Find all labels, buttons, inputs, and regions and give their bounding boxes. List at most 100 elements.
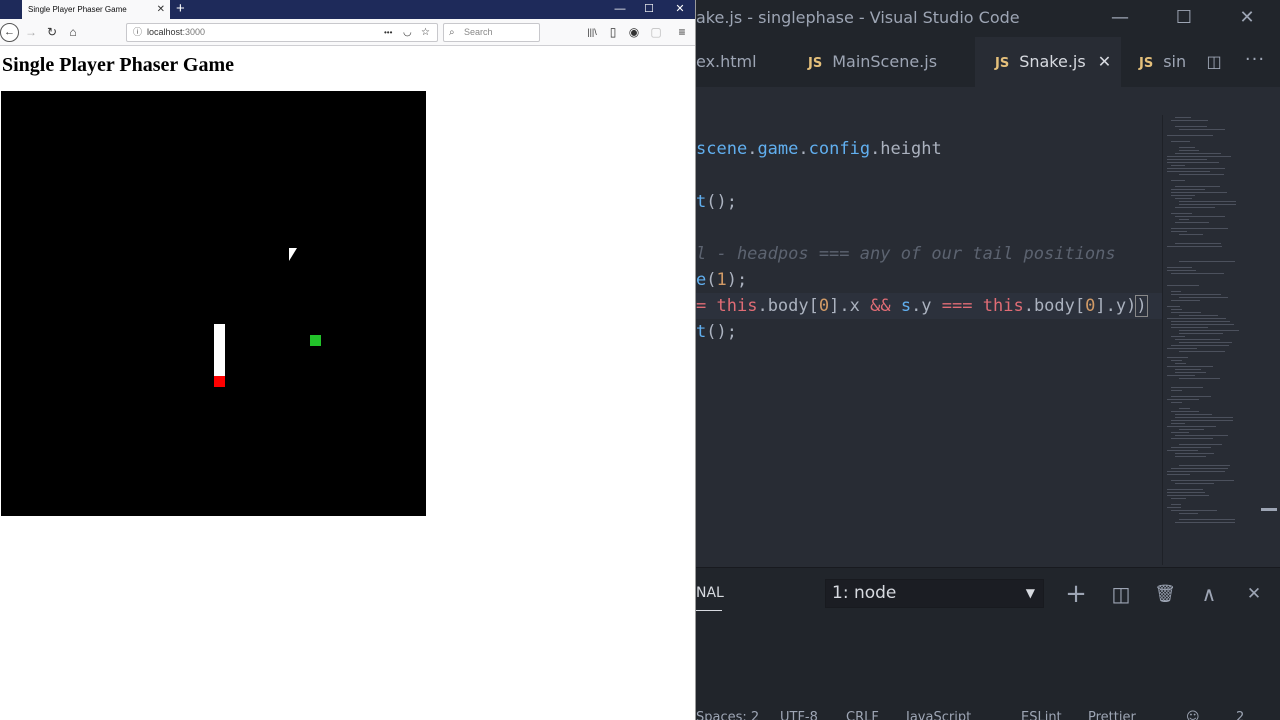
close-window-icon[interactable]: ✕ — [665, 0, 695, 19]
minimap-line — [1179, 519, 1235, 520]
close-panel-icon[interactable]: ✕ — [1239, 579, 1269, 609]
minimap-line — [1179, 297, 1228, 298]
minimap-line — [1171, 402, 1182, 403]
status-prettier[interactable]: Prettier — [1088, 707, 1136, 720]
minimap-line — [1167, 168, 1225, 169]
tab-snake-js[interactable]: JS Snake.js ✕ — [975, 37, 1121, 87]
minimap-line — [1171, 291, 1181, 292]
new-tab-button[interactable]: + — [176, 0, 185, 18]
tab-underline — [696, 610, 722, 611]
extension-icon[interactable]: ▢ — [647, 19, 665, 46]
minimap-line — [1171, 336, 1185, 337]
minimap-line — [1175, 414, 1212, 415]
back-icon[interactable]: ← — [0, 23, 19, 42]
notification-count[interactable]: 2 — [1236, 707, 1244, 720]
minimap-line — [1171, 504, 1181, 505]
more-actions-icon[interactable]: ··· — [1240, 37, 1270, 87]
trash-icon[interactable]: 🗑 — [1150, 579, 1180, 609]
minimap-line — [1171, 432, 1189, 433]
split-terminal-icon[interactable]: ◫ — [1106, 579, 1136, 609]
minimap-line — [1179, 315, 1218, 316]
status-eslint[interactable]: ESLint — [1021, 707, 1062, 720]
home-icon[interactable]: ⌂ — [64, 19, 82, 46]
code-editor[interactable]: scene.game.config.height t(); l - headpo… — [696, 87, 1162, 567]
tab-index-html[interactable]: ex.html — [696, 37, 788, 87]
code-line: e(1); — [696, 270, 748, 290]
minimap-line — [1175, 186, 1220, 187]
minimap-line — [1171, 189, 1205, 190]
new-terminal-icon[interactable]: + — [1061, 579, 1091, 609]
feedback-icon[interactable]: ☺ — [1186, 707, 1200, 720]
minimap-line — [1171, 300, 1200, 301]
address-bar[interactable]: ⓘ localhost:3000 ••• ◡ ☆ — [126, 23, 438, 42]
browser-tab-title: Single Player Phaser Game — [28, 5, 127, 14]
minimap-line — [1179, 444, 1222, 445]
search-input[interactable]: ⌕ Search — [443, 23, 540, 42]
maximize-icon[interactable]: ☐ — [1164, 0, 1204, 37]
minimap-line — [1167, 159, 1207, 160]
status-indent[interactable]: Spaces: 2 — [696, 707, 759, 720]
minimap-line — [1167, 285, 1199, 286]
menu-icon[interactable]: ≡ — [673, 19, 691, 46]
maximize-panel-icon[interactable]: ∧ — [1194, 579, 1224, 609]
browser-tab-bar: Single Player Phaser Game ✕ + — ☐ ✕ — [0, 0, 695, 19]
minimap-line — [1167, 348, 1197, 349]
minimap-line — [1179, 234, 1203, 235]
close-tab-icon[interactable]: ✕ — [157, 0, 165, 19]
minimap-line — [1175, 522, 1235, 523]
tab-singleplayer[interactable]: JS sin — [1121, 37, 1191, 87]
minimap-line — [1167, 162, 1219, 163]
tab-mainscene-js[interactable]: JS MainScene.js — [788, 37, 974, 87]
minimap-line — [1171, 273, 1224, 274]
minimap-line — [1167, 399, 1199, 400]
minimap-line — [1167, 492, 1205, 493]
minimap-line — [1171, 309, 1182, 310]
minimize-icon[interactable]: — — [1100, 0, 1140, 37]
minimap-line — [1179, 513, 1198, 514]
minimap-line — [1175, 372, 1206, 373]
minimap-line — [1175, 198, 1192, 199]
status-language[interactable]: JavaScript — [906, 707, 971, 720]
maximize-icon[interactable]: ☐ — [634, 0, 664, 19]
code-line: t(); — [696, 322, 737, 342]
minimap-line — [1171, 195, 1195, 196]
minimap-line — [1179, 465, 1230, 466]
minimap-line — [1171, 498, 1186, 499]
forward-icon[interactable]: → — [22, 19, 40, 46]
status-encoding[interactable]: UTF-8 — [780, 707, 818, 720]
sidebar-icon[interactable]: ▯ — [604, 19, 622, 46]
library-icon[interactable]: |||\ — [583, 19, 601, 46]
close-window-icon[interactable]: ✕ — [1227, 0, 1267, 37]
terminal-panel: NAL 1: node ▼ + ◫ 🗑 ∧ ✕ — [696, 567, 1280, 707]
pocket-icon[interactable]: ◡ — [403, 24, 412, 41]
browser-tab[interactable]: Single Player Phaser Game ✕ — [22, 0, 170, 19]
minimap-line — [1171, 468, 1228, 469]
close-tab-icon[interactable]: ✕ — [1098, 52, 1111, 71]
minimap-line — [1175, 117, 1191, 118]
minimize-icon[interactable]: — — [605, 0, 635, 19]
minimap-line — [1167, 171, 1210, 172]
game-canvas[interactable] — [1, 91, 426, 516]
split-editor-icon[interactable]: ◫ — [1199, 37, 1229, 87]
page-actions-icon[interactable]: ••• — [384, 24, 392, 41]
minimap-line — [1167, 495, 1209, 496]
account-icon[interactable]: ◉ — [625, 19, 643, 46]
minimap[interactable] — [1162, 115, 1272, 565]
minimap-line — [1167, 156, 1231, 157]
minimap-line — [1179, 333, 1223, 334]
minimap-line — [1175, 363, 1186, 364]
scrollbar-marker — [1261, 508, 1277, 511]
terminal-select[interactable]: 1: node ▼ — [825, 579, 1044, 608]
minimap-line — [1179, 342, 1232, 343]
bookmark-star-icon[interactable]: ☆ — [421, 24, 430, 41]
status-eol[interactable]: CRLF — [846, 707, 879, 720]
food-pellet — [310, 335, 321, 346]
site-info-icon[interactable]: ⓘ — [133, 24, 142, 41]
minimap-line — [1167, 318, 1226, 319]
minimap-line — [1171, 411, 1199, 412]
minimap-line — [1179, 378, 1220, 379]
minimap-line — [1171, 390, 1182, 391]
minimap-line — [1179, 219, 1189, 220]
minimap-line — [1179, 261, 1235, 262]
reload-icon[interactable]: ↻ — [43, 19, 61, 46]
